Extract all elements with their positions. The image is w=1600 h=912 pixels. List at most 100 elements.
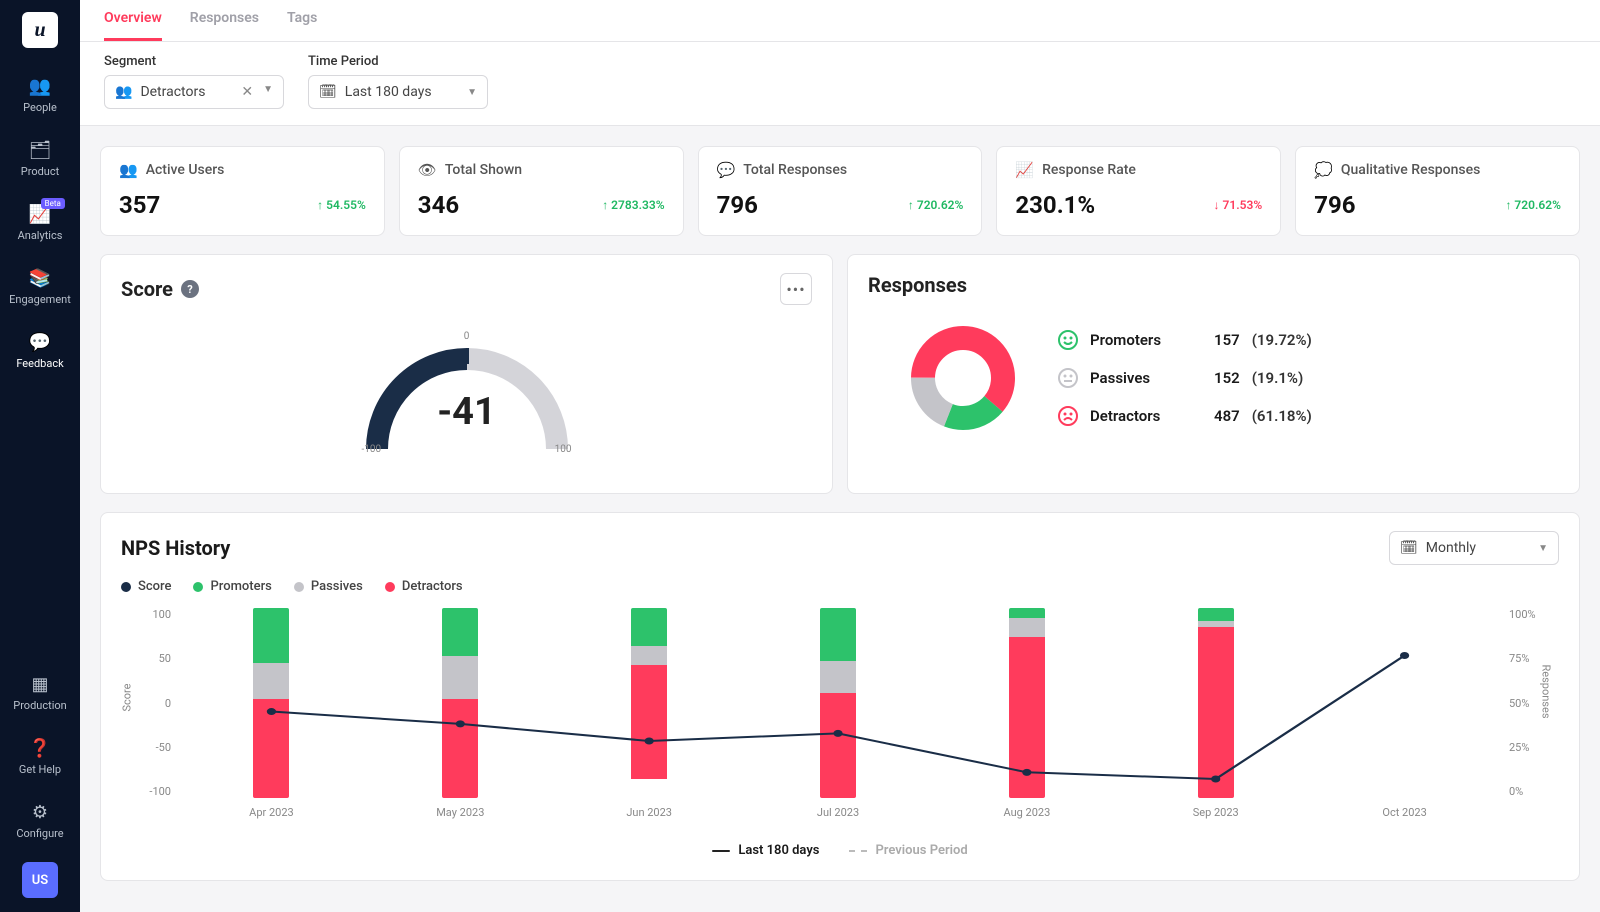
response-row: Detractors 487 (61.18%)	[1058, 406, 1312, 426]
bar-seg-promoters	[631, 608, 667, 646]
nav-production[interactable]: ▦ Production	[13, 670, 66, 716]
engagement-icon: 📚	[29, 268, 51, 289]
stat-value: 346	[418, 191, 459, 219]
score-panel: Score? ••• 0 -41 -100100	[100, 254, 833, 494]
clear-icon[interactable]: ✕	[237, 84, 257, 100]
stat-value: 357	[119, 191, 160, 219]
gear-icon: ⚙	[32, 802, 48, 823]
responses-panel: Responses Promoters 157 (19.72%) Passive…	[847, 254, 1580, 494]
nav-feedback[interactable]: 💬 Feedback	[9, 328, 71, 374]
response-count: 157	[1214, 331, 1240, 349]
beta-badge: Beta	[41, 198, 65, 209]
tab-overview[interactable]: Overview	[104, 0, 162, 41]
stat-icon: 📈	[1015, 161, 1034, 179]
help-icon: ❓	[29, 738, 51, 759]
nav-label: Get Help	[19, 763, 61, 776]
stat-icon: 👥	[119, 161, 138, 179]
feedback-icon: 💬	[29, 332, 51, 353]
stat-label: Response Rate	[1042, 162, 1136, 178]
response-label: Passives	[1090, 369, 1190, 387]
history-period-value: Monthly	[1426, 540, 1476, 556]
legend-promoters: Promoters	[210, 579, 271, 594]
people-icon: 👥	[29, 76, 51, 97]
y-right-tick: 0%	[1509, 785, 1559, 798]
stat-delta: ↑ 2783.33%	[602, 198, 664, 212]
bar-seg-passives	[820, 661, 856, 693]
response-count: 152	[1214, 369, 1240, 387]
history-period-select[interactable]: 🗓Monthly ▼	[1389, 531, 1559, 565]
bar-seg-detractors	[631, 665, 667, 779]
frown-icon	[1058, 406, 1078, 426]
nav-people[interactable]: 👥 People	[9, 72, 71, 118]
more-button[interactable]: •••	[780, 273, 812, 305]
x-label: Apr 2023	[177, 806, 366, 819]
segment-label: Segment	[104, 54, 284, 69]
chevron-down-icon: ▼	[467, 87, 477, 98]
stat-delta: ↓ 71.53%	[1214, 198, 1263, 212]
x-label: Sep 2023	[1121, 806, 1310, 819]
y-left-tick: -50	[156, 741, 171, 754]
tab-tags[interactable]: Tags	[287, 0, 317, 41]
bar-seg-passives	[631, 646, 667, 665]
stat-card: 💬Total Responses 796 ↑ 720.62%	[698, 146, 983, 236]
response-row: Passives 152 (19.1%)	[1058, 368, 1312, 388]
bar-seg-promoters	[253, 608, 289, 663]
chevron-down-icon: ▼	[263, 84, 273, 100]
stat-delta: ↑ 720.62%	[1505, 198, 1561, 212]
tabs: Overview Responses Tags	[80, 0, 1600, 42]
product-icon: 🗂	[29, 140, 52, 161]
history-title: NPS History	[121, 536, 230, 560]
stat-icon: 💭	[1314, 161, 1333, 179]
nav-label: Engagement	[9, 293, 71, 306]
bar-seg-passives	[1009, 618, 1045, 637]
nav-product[interactable]: 🗂 Product	[9, 136, 71, 182]
stat-value: 796	[1314, 191, 1355, 219]
stat-label: Qualitative Responses	[1341, 162, 1480, 178]
gauge-zero-label: 0	[464, 331, 470, 342]
legend-passives: Passives	[311, 579, 363, 594]
nav-help[interactable]: ❓ Get Help	[13, 734, 66, 780]
legend-previous: Previous Period	[875, 843, 967, 858]
bar-slot	[1121, 608, 1310, 798]
score-title: Score	[121, 277, 173, 301]
period-select[interactable]: 🗓Last 180 days ▼	[308, 75, 488, 109]
nav-label: People	[23, 101, 57, 114]
logo: u	[22, 12, 58, 48]
y-left-label: Score	[121, 683, 134, 711]
x-label: Jun 2023	[555, 806, 744, 819]
help-icon[interactable]: ?	[181, 280, 199, 298]
smile-icon	[1058, 330, 1078, 350]
response-count: 487	[1214, 407, 1240, 425]
y-right-tick: 75%	[1509, 652, 1559, 665]
donut-chart	[908, 323, 1018, 433]
calendar-icon: 🗓	[319, 84, 337, 100]
stat-card: 💭 Qualitative Responses 796 ↑ 720.62%	[1295, 146, 1580, 236]
chevron-down-icon: ▼	[1538, 543, 1548, 554]
stat-delta: ↑ 54.55%	[317, 198, 366, 212]
y-left-tick: 0	[165, 697, 171, 710]
response-pct: (19.1%)	[1252, 369, 1304, 387]
stat-value: 230.1%	[1015, 191, 1095, 219]
response-pct: (19.72%)	[1252, 331, 1312, 349]
bar-seg-promoters	[442, 608, 478, 656]
nav-label: Production	[13, 699, 66, 712]
segment-select[interactable]: 👥Detractors ✕▼	[104, 75, 284, 109]
sidebar: u 👥 People 🗂 Product Beta 📈 Analytics 📚 …	[0, 0, 80, 912]
legend-row: Score Promoters Passives Detractors	[121, 579, 1559, 594]
bar-seg-detractors	[253, 699, 289, 798]
nav-label: Feedback	[16, 357, 63, 370]
gauge-value: -41	[437, 390, 496, 434]
nav-engagement[interactable]: 📚 Engagement	[9, 264, 71, 310]
bar-seg-passives	[442, 656, 478, 700]
nav-configure[interactable]: ⚙ Configure	[13, 798, 66, 844]
nav-label: Product	[21, 165, 59, 178]
nav-analytics[interactable]: Beta 📈 Analytics	[9, 200, 71, 246]
avatar[interactable]: US	[22, 862, 58, 898]
bar-seg-detractors	[820, 693, 856, 798]
bar-slot	[744, 608, 933, 798]
stat-delta: ↑ 720.62%	[908, 198, 964, 212]
y-right-label: Responses	[1539, 664, 1552, 718]
tab-responses[interactable]: Responses	[190, 0, 259, 41]
response-label: Promoters	[1090, 331, 1190, 349]
stat-card: 📈 Response Rate 230.1% ↓ 71.53%	[996, 146, 1281, 236]
